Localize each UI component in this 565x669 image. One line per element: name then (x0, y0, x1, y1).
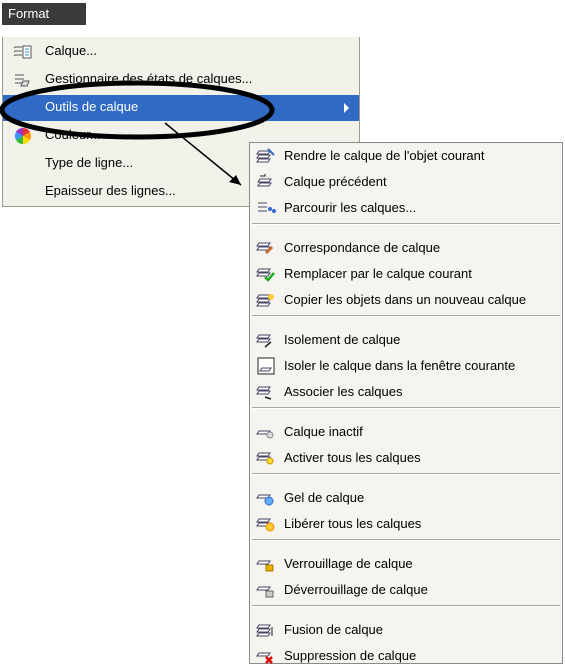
layer-unisolate-icon (256, 383, 276, 401)
submenu-item-label: Remplacer par le calque courant (284, 266, 472, 281)
submenu-item-label: Copier les objets dans un nouveau calque (284, 292, 527, 307)
submenu-item-label: Suppression de calque (284, 648, 417, 663)
menu-item-label: Gestionnaire des états de calques... (45, 71, 253, 86)
menu-item-outils-de-calque[interactable]: Outils de calque (3, 95, 359, 121)
menu-separator (252, 539, 560, 541)
submenu-item[interactable]: Activer tous les calques (250, 445, 562, 471)
submenu-item[interactable]: Gel de calque (250, 485, 562, 511)
submenu-item-label: Fusion de calque (284, 622, 384, 637)
submenu-item[interactable]: Parcourir les calques... (250, 195, 562, 221)
menu-item-label: Epaisseur des lignes... (45, 183, 176, 198)
submenu-item[interactable]: Libérer tous les calques (250, 511, 562, 537)
submenu-item[interactable]: Remplacer par le calque courant (250, 261, 562, 287)
submenu-arrow-icon (344, 103, 349, 113)
layer-freeze-icon (256, 489, 276, 507)
submenu-item-label: Rendre le calque de l'objet courant (284, 148, 485, 163)
layer-lock-icon (256, 555, 276, 573)
submenu-item[interactable]: Calque précédent (250, 169, 562, 195)
format-menu-button[interactable]: Format (2, 3, 86, 25)
layer-merge-icon (256, 621, 276, 639)
layer-match-icon (256, 239, 276, 257)
copy-objects-to-new-layer-icon (256, 291, 276, 309)
submenu-item[interactable]: Rendre le calque de l'objet courant (250, 143, 562, 169)
menu-separator (252, 315, 560, 317)
submenu-item[interactable]: Correspondance de calque (250, 235, 562, 261)
submenu-item[interactable]: Déverrouillage de calque (250, 577, 562, 603)
thaw-all-layers-icon (256, 515, 276, 533)
submenu-item-label: Calque précédent (284, 174, 387, 189)
menu-separator (252, 223, 560, 225)
layer-off-icon (256, 423, 276, 441)
format-menu-label: Format (8, 6, 50, 21)
submenu-item-label: Gel de calque (284, 490, 365, 505)
menu-separator (252, 605, 560, 607)
menu-item-label: Calque... (45, 43, 98, 58)
color-wheel-icon (13, 127, 33, 145)
menu-item-label: Couleur... (45, 127, 101, 142)
layer-unlock-icon (256, 581, 276, 599)
submenu-item[interactable]: Fusion de calque (250, 617, 562, 643)
layer-previous-icon (256, 173, 276, 191)
submenu-item[interactable]: Copier les objets dans un nouveau calque (250, 287, 562, 313)
layer-isolate-icon (256, 331, 276, 349)
submenu-item-label: Parcourir les calques... (284, 200, 417, 215)
menu-item-label: Outils de calque (45, 99, 139, 114)
menu-separator (252, 473, 560, 475)
submenu-item-label: Calque inactif (284, 424, 363, 439)
submenu-item-label: Isolement de calque (284, 332, 401, 347)
turn-all-layers-on-icon (256, 449, 276, 467)
menu-item-layer-states-manager[interactable]: Gestionnaire des états de calques... (3, 67, 359, 93)
layer-delete-icon (256, 647, 276, 665)
menu-separator (252, 407, 560, 409)
menu-item-label: Type de ligne... (45, 155, 134, 170)
submenu-item-label: Activer tous les calques (284, 450, 421, 465)
menu-item-calque[interactable]: Calque... (3, 39, 359, 65)
submenu-item[interactable]: Associer les calques (250, 379, 562, 405)
submenu-item[interactable]: Calque inactif (250, 419, 562, 445)
submenu-item-label: Déverrouillage de calque (284, 582, 428, 597)
submenu-item-label: Libérer tous les calques (284, 516, 422, 531)
layer-tools-submenu: Rendre le calque de l'objet courant Calq… (249, 142, 563, 664)
submenu-item[interactable]: Isolement de calque (250, 327, 562, 353)
submenu-item-label: Associer les calques (284, 384, 403, 399)
submenu-item-label: Isoler le calque dans la fenêtre courant… (284, 358, 516, 373)
change-to-current-layer-icon (256, 265, 276, 283)
layer-properties-icon (13, 43, 33, 61)
make-object-layer-current-icon (256, 147, 276, 165)
submenu-item[interactable]: Verrouillage de calque (250, 551, 562, 577)
submenu-item[interactable]: Isoler le calque dans la fenêtre courant… (250, 353, 562, 379)
submenu-item-label: Verrouillage de calque (284, 556, 413, 571)
submenu-item[interactable]: Suppression de calque (250, 643, 562, 669)
submenu-item-label: Correspondance de calque (284, 240, 441, 255)
layer-walk-icon (256, 199, 276, 217)
isolate-in-viewport-icon (256, 357, 276, 375)
layer-states-icon (13, 71, 33, 89)
